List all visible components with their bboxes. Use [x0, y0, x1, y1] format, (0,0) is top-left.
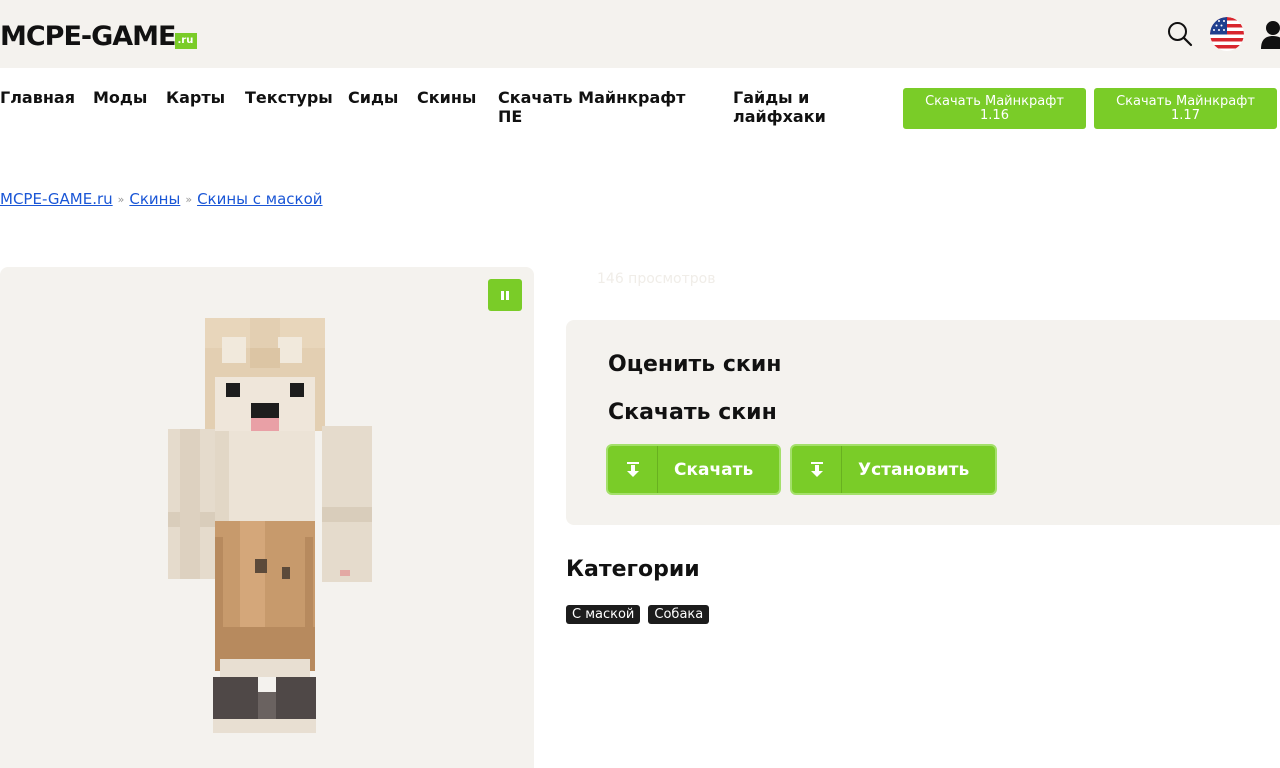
download-skin-label: Скачать [674, 459, 754, 480]
breadcrumb-separator: » [117, 192, 125, 206]
download-minecraft-116-button[interactable]: Скачать Майнкрафт 1.16 [903, 88, 1086, 129]
top-bar: MCPE-GAME .ru [0, 0, 1280, 68]
nav-item-download-pe[interactable]: Скачать Майнкрафт ПЕ [498, 88, 698, 126]
breadcrumb-home[interactable]: MCPE-GAME.ru [0, 190, 113, 208]
logo-text: MCPE-GAME [0, 21, 176, 52]
download-button-version: 1.17 [1171, 107, 1200, 123]
logo-suffix: .ru [174, 33, 198, 49]
download-button-line1: Скачать Майнкрафт [1116, 93, 1255, 109]
nav-item-textures[interactable]: Текстуры [245, 88, 333, 107]
nav-item-seeds[interactable]: Сиды [348, 88, 398, 107]
header-icons [1166, 16, 1280, 52]
categories-heading: Категории [566, 557, 700, 582]
nav-item-home[interactable]: Главная [0, 88, 75, 107]
rate-skin-heading: Оценить скин [608, 352, 782, 377]
download-arrow-icon [792, 446, 842, 493]
breadcrumb-mask-skins[interactable]: Скины с маской [197, 190, 322, 208]
download-skin-heading: Скачать скин [608, 400, 777, 425]
site-logo[interactable]: MCPE-GAME .ru [0, 20, 198, 52]
user-icon[interactable] [1260, 19, 1280, 49]
download-arrow-icon [608, 446, 658, 493]
install-skin-button[interactable]: Установить [790, 444, 998, 495]
nav-item-mods[interactable]: Моды [93, 88, 147, 107]
breadcrumb-skins[interactable]: Скины [129, 190, 180, 208]
breadcrumb-separator: » [185, 192, 193, 206]
nav-item-guides[interactable]: Гайды и лайфхаки [733, 88, 843, 126]
tag-mask[interactable]: С маской [566, 605, 641, 624]
tag-dog[interactable]: Собака [648, 605, 710, 624]
skin-actions-panel: Оценить скин Скачать скин Скачать Устано… [566, 320, 1280, 525]
us-flag-icon[interactable] [1210, 17, 1244, 51]
skin-model-image [168, 318, 372, 733]
breadcrumb: MCPE-GAME.ru » Скины » Скины с маской [0, 190, 323, 208]
install-skin-label: Установить [858, 459, 970, 480]
nav-item-maps[interactable]: Карты [166, 88, 225, 107]
skin-viewer[interactable] [0, 267, 534, 768]
search-icon[interactable] [1166, 20, 1194, 48]
category-tags: С маской Собака [566, 605, 710, 624]
download-button-version: 1.16 [980, 107, 1009, 123]
download-skin-button[interactable]: Скачать [606, 444, 782, 495]
download-button-line1: Скачать Майнкрафт [925, 93, 1064, 109]
nav-item-skins[interactable]: Скины [417, 88, 476, 107]
views-count: 146 просмотров [597, 271, 716, 287]
download-minecraft-117-button[interactable]: Скачать Майнкрафт 1.17 [1094, 88, 1277, 129]
